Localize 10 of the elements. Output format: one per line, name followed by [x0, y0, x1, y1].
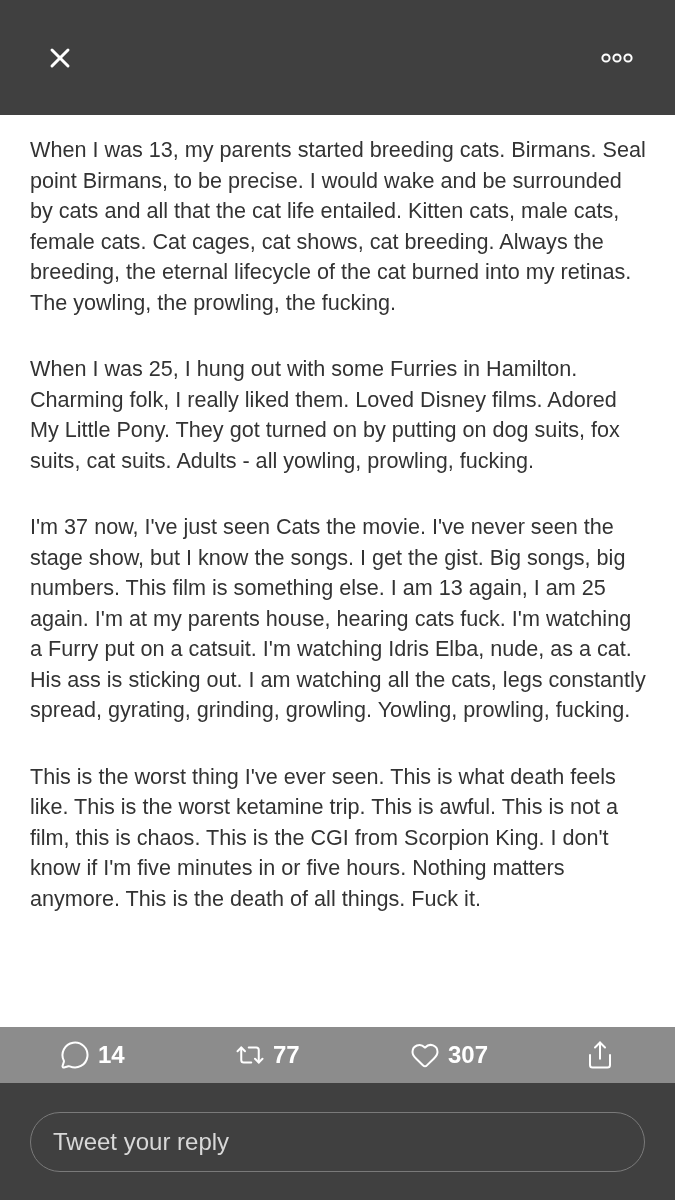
tweet-paragraph: When I was 25, I hung out with some Furries in Hamilton. Charming folk, I really liked them. Loved Disney films. Adored My Little Pony. They got turned on by putting on dog suits, fox suits, cat suits. Adults - all yowling, prowling, fucking.	[30, 355, 621, 475]
tweet-paragraph: I'm 37 now, I've just seen Cats the movie. I've never seen the stage show, but I know the songs. I get the gist. Big songs, big numbers. This film is something else. I am 13 again, I am 25 again. I'm at my parents house, hearing cats fuck. I'm watching a Furry put on a catsuit. I'm watching Idris Elba, nude, as a cat. His ass is sticking out. I am watching all the cats, legs constantly spread, gyrating, grinding, growling. Yowling, prowling, fucking.	[30, 513, 647, 724]
tweet-paragraph: When I was 13, my parents started breeding cats. Birmans. Seal point Birmans, to be precise. I would wake and be surrounded by cats and all that the cat life entailed. Kitten cats, male cats, female cats. Cat cages, cat shows, cat breeding. Always the breeding, the eternal lifecycle of the cat burned into my retinas. The yowling, the prowling, the fucking.	[30, 136, 647, 317]
reply-button[interactable]: 14	[60, 1040, 235, 1070]
reply-field[interactable]: Tweet your reply	[30, 1111, 645, 1172]
like-button[interactable]: 307	[410, 1040, 585, 1070]
tweet-paragraph: This is the worst thing I've ever seen. This is what death feels like. This is the worst ketamine trip. This is awful. This is not a film, this is chaos. This is the CGI from Scorpion King. I don't know if I'm five minutes in or five hours. Nothing matters anymore. This is the death of all things. Fuck it.	[30, 762, 620, 913]
more-icon	[601, 51, 633, 64]
reply-icon	[60, 1040, 90, 1070]
retweet-button[interactable]: 77	[235, 1040, 410, 1070]
